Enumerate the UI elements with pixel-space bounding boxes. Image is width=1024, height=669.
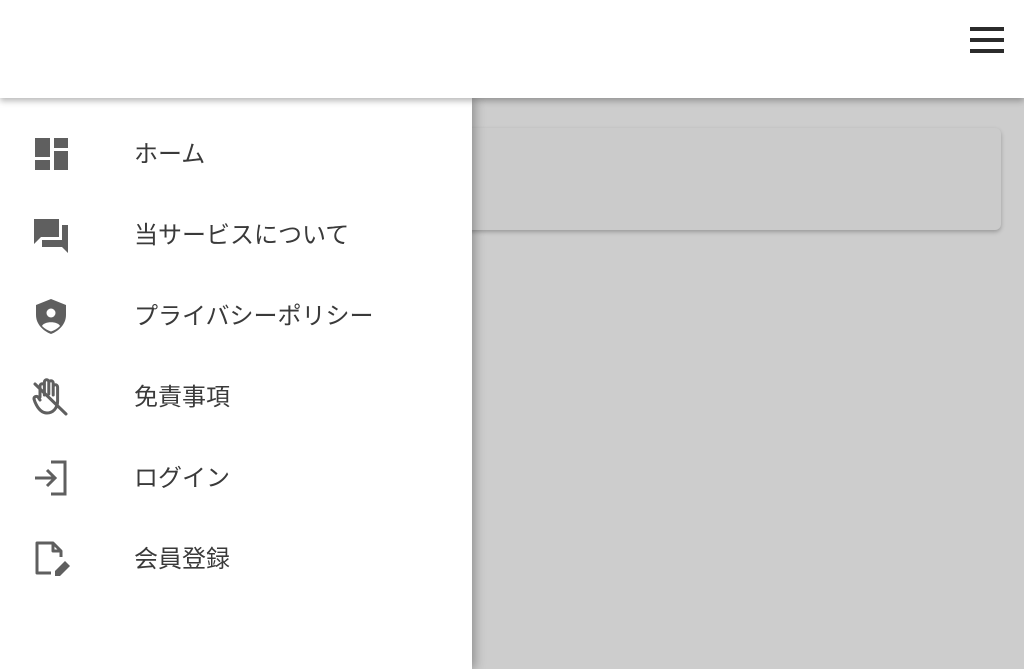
nav-item-disclaimer[interactable]: 免責事項 xyxy=(0,361,472,431)
edit-document-icon xyxy=(30,539,70,579)
nav-item-register[interactable]: 会員登録 xyxy=(0,523,472,593)
nav-item-privacy-policy[interactable]: プライバシーポリシー xyxy=(0,280,472,350)
dashboard-icon xyxy=(30,134,70,174)
nav-item-login[interactable]: ログイン xyxy=(0,442,472,512)
shield-person-icon xyxy=(30,296,70,336)
login-icon xyxy=(30,458,70,498)
hamburger-menu-icon[interactable] xyxy=(970,27,1004,53)
nav-item-label: プライバシーポリシー xyxy=(134,302,374,330)
forum-icon xyxy=(30,215,70,255)
nav-item-label: 当サービスについて xyxy=(134,221,350,249)
nav-item-label: ログイン xyxy=(134,464,230,492)
nav-item-label: 免責事項 xyxy=(134,383,230,411)
do-not-touch-icon xyxy=(30,377,70,417)
nav-item-label: ホーム xyxy=(134,140,206,168)
nav-item-label: 会員登録 xyxy=(134,545,230,573)
nav-item-about[interactable]: 当サービスについて xyxy=(0,199,472,269)
nav-item-home[interactable]: ホーム xyxy=(0,118,472,188)
content-card xyxy=(440,128,1001,230)
app-bar xyxy=(0,0,1024,98)
navigation-drawer: ホーム 当サービスについて プライバシーポリシー 免責事項 ログイン 会員登録 xyxy=(0,98,472,669)
